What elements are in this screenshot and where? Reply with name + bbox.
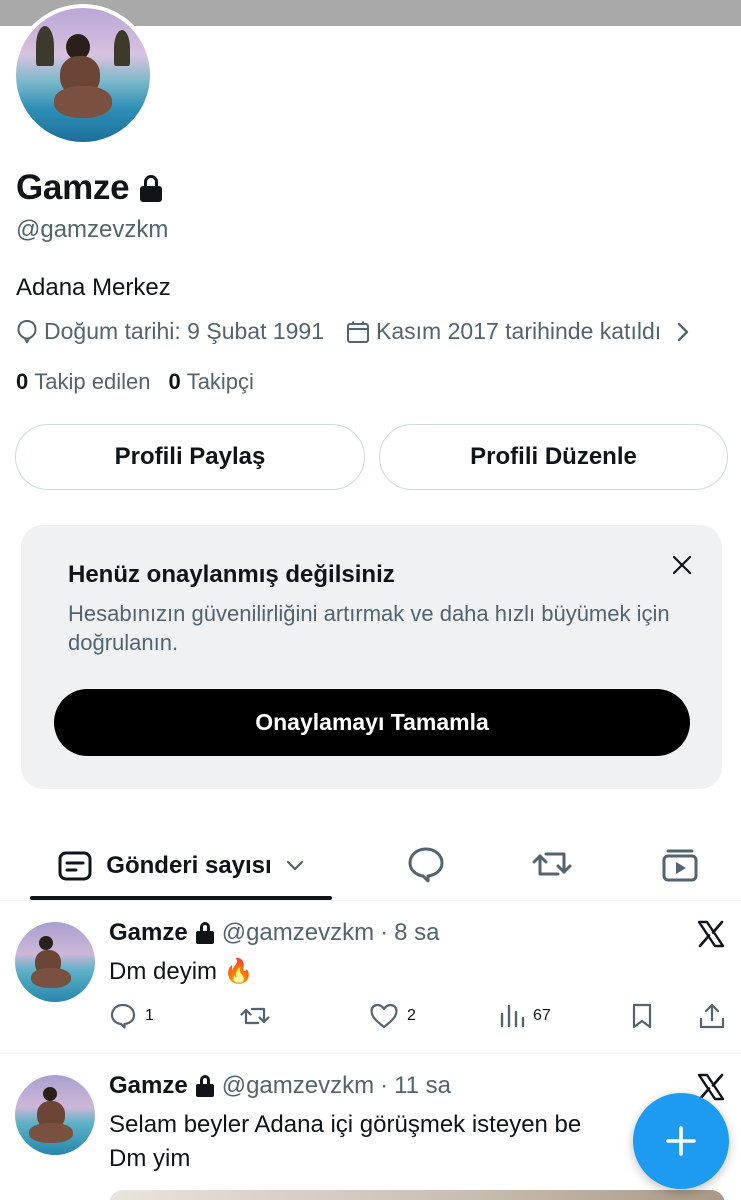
- profile-name: Gamze: [16, 168, 130, 207]
- views-button[interactable]: 67: [499, 1002, 551, 1030]
- tweet-header: Gamze @gamzevzkm · 11 sa: [109, 1072, 451, 1100]
- followers-label: Takipçi: [186, 369, 254, 394]
- calendar-icon: [347, 321, 370, 343]
- profile-meta: Doğum tarihi: 9 Şubat 1991 Kasım 2017 ta…: [16, 318, 689, 345]
- reply-icon: [110, 1003, 136, 1029]
- profile-avatar[interactable]: [12, 4, 154, 146]
- tweet-media-image[interactable]: [109, 1190, 725, 1200]
- replies-icon[interactable]: [406, 844, 446, 884]
- like-count: 2: [407, 1007, 416, 1024]
- tweet-text-line-2: Dm yim: [109, 1145, 191, 1172]
- tweet-text-line-1: Selam beyler Adana içi görüşmek isteyen …: [109, 1111, 582, 1138]
- tweet-author-handle[interactable]: @gamzevzkm: [222, 919, 374, 947]
- joined-text: Kasım 2017 tarihinde katıldı: [376, 318, 662, 344]
- profile-handle: @gamzevzkm: [16, 216, 169, 243]
- tweet-item[interactable]: Gamze @gamzevzkm · 11 sa Selam beyler Ad…: [0, 1054, 741, 1200]
- share-icon[interactable]: [698, 1002, 726, 1030]
- tweet-author-handle[interactable]: @gamzevzkm: [222, 1072, 374, 1100]
- views-count: 67: [533, 1007, 551, 1024]
- protected-lock-icon: [139, 175, 163, 203]
- complete-verification-button[interactable]: Onaylamayı Tamamla: [54, 689, 690, 756]
- balloon-icon: [17, 319, 37, 344]
- media-icon[interactable]: [660, 844, 700, 884]
- plus-icon: [666, 1126, 696, 1156]
- close-icon[interactable]: [668, 551, 696, 579]
- repost-button[interactable]: [240, 1002, 278, 1030]
- x-logo-icon: [697, 920, 725, 948]
- compose-post-button[interactable]: [633, 1093, 729, 1189]
- separator-dot: ·: [380, 919, 389, 946]
- tweet-timestamp[interactable]: 8 sa: [394, 919, 439, 947]
- joined-item[interactable]: Kasım 2017 tarihinde katıldı: [346, 318, 689, 345]
- following-link[interactable]: 0 Takip edilen: [16, 369, 150, 395]
- verification-description: Hesabınızın güvenilirliğini artırmak ve …: [68, 601, 670, 655]
- birthday-item: Doğum tarihi: 9 Şubat 1991: [16, 318, 324, 345]
- tweet-author-name[interactable]: Gamze: [109, 919, 188, 947]
- chevron-down-icon: [286, 860, 303, 871]
- tweet-author-name[interactable]: Gamze: [109, 1072, 188, 1100]
- separator-dot: ·: [380, 1072, 389, 1099]
- profile-tabs: Gönderi sayısı: [0, 830, 741, 900]
- chevron-right-icon: [677, 322, 689, 341]
- tab-posts-label: Gönderi sayısı: [106, 852, 272, 879]
- views-chart-icon: [500, 1004, 525, 1028]
- tweet-avatar[interactable]: [15, 1075, 95, 1155]
- followers-count: 0: [168, 369, 181, 394]
- heart-icon: [370, 1003, 398, 1029]
- birthday-text: Doğum tarihi: 9 Şubat 1991: [44, 318, 325, 344]
- repost-icon: [240, 1007, 270, 1025]
- bookmark-icon[interactable]: [629, 1002, 655, 1030]
- reposts-icon[interactable]: [532, 844, 572, 884]
- followers-link[interactable]: 0 Takipçi: [168, 369, 254, 395]
- follow-stats: 0 Takip edilen 0 Takipçi: [16, 369, 254, 395]
- share-profile-button[interactable]: Profili Paylaş: [15, 424, 365, 490]
- tweet-header: Gamze @gamzevzkm · 8 sa: [109, 919, 439, 947]
- tweet-timestamp[interactable]: 11 sa: [394, 1072, 451, 1100]
- following-label: Takip edilen: [34, 369, 151, 394]
- like-button[interactable]: 2: [369, 1002, 416, 1030]
- tab-posts[interactable]: Gönderi sayısı: [30, 830, 332, 902]
- tweet-item[interactable]: Gamze @gamzevzkm · 8 sa Dm deyim 🔥 1 2 6…: [0, 901, 741, 1053]
- protected-lock-icon: [195, 1075, 214, 1097]
- profile-bio: Adana Merkez: [16, 274, 171, 301]
- profile-name-row: Gamze: [16, 168, 163, 208]
- edit-profile-button[interactable]: Profili Düzenle: [379, 424, 728, 490]
- tweet-text: Dm deyim 🔥: [109, 958, 254, 985]
- reply-count: 1: [145, 1007, 154, 1024]
- verification-card: Henüz onaylanmış değilsiniz Hesabınızın …: [21, 525, 722, 789]
- following-count: 0: [16, 369, 29, 394]
- reply-button[interactable]: 1: [109, 1002, 154, 1030]
- tweet-avatar[interactable]: [15, 922, 95, 1002]
- verification-title: Henüz onaylanmış değilsiniz: [68, 561, 395, 588]
- protected-lock-icon: [195, 922, 214, 944]
- posts-icon: [58, 851, 92, 881]
